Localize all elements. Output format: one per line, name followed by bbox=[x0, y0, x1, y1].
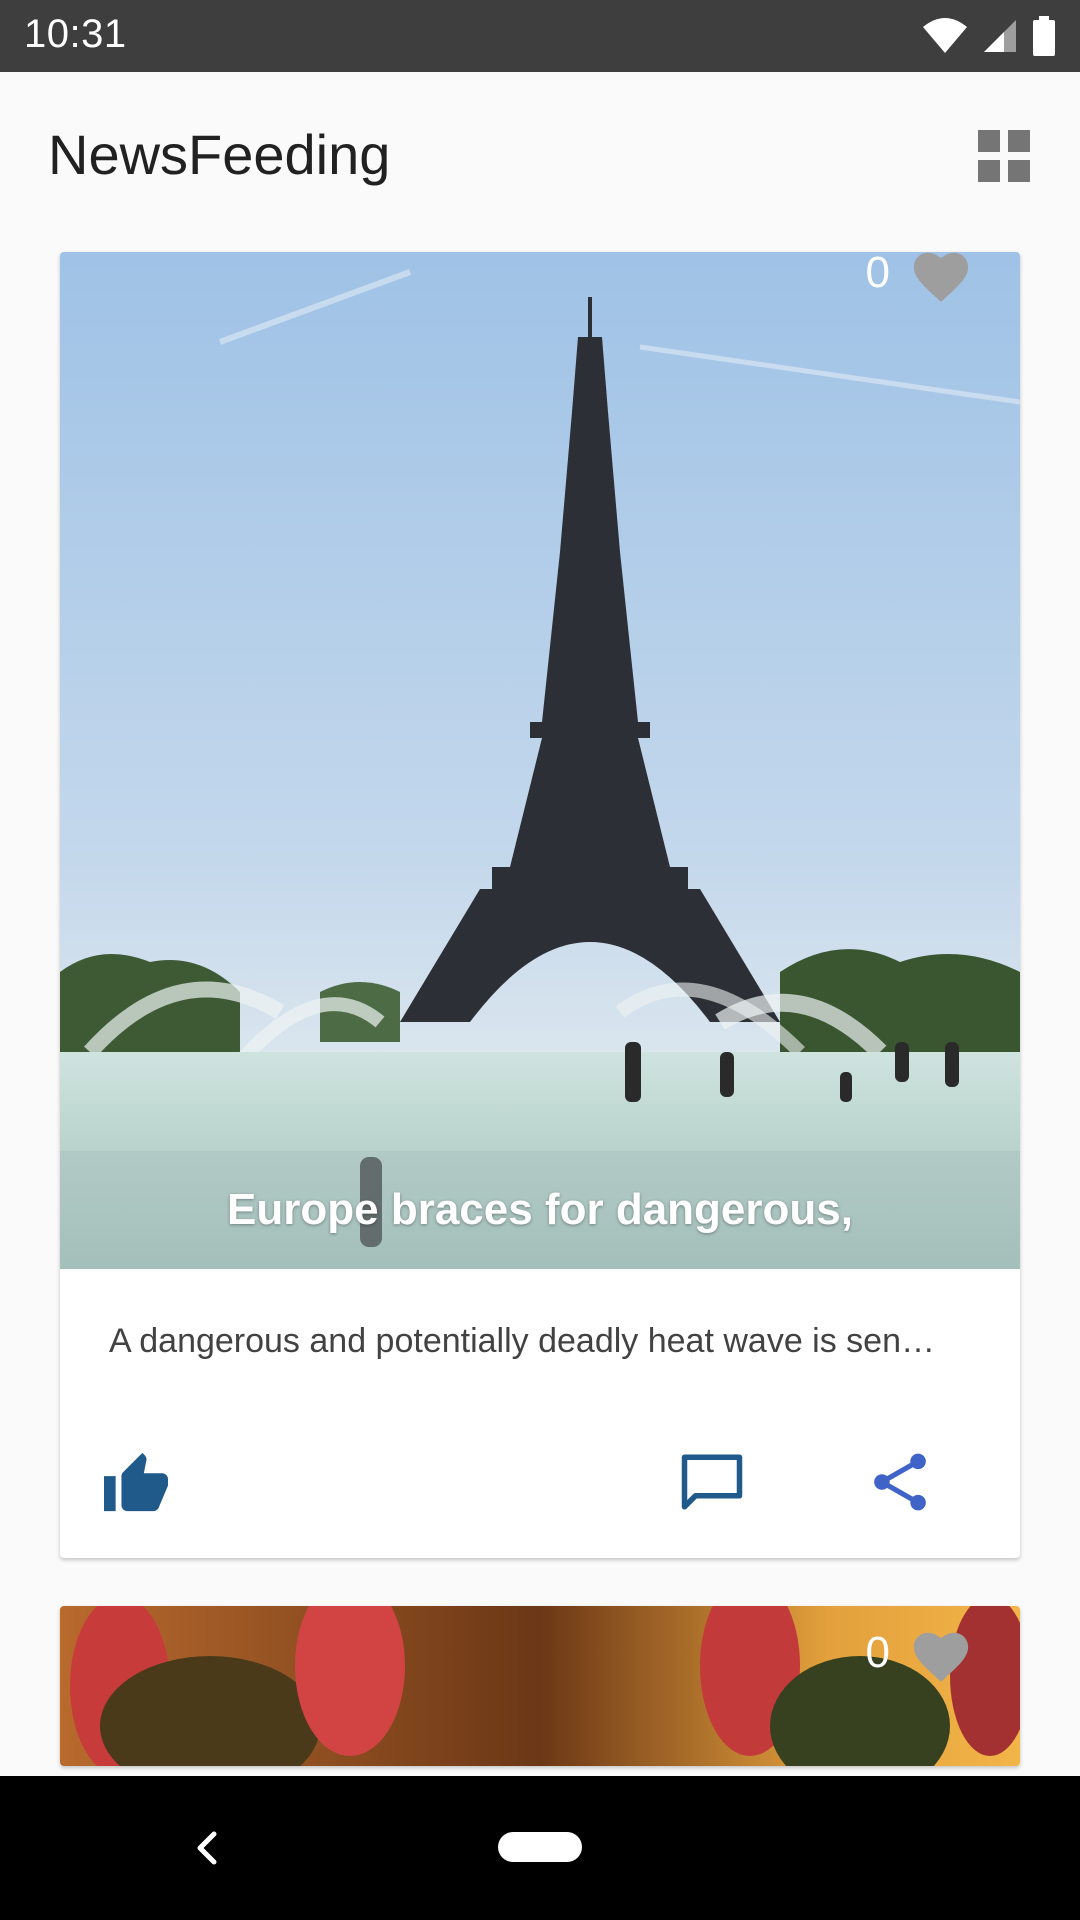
status-icons bbox=[922, 14, 1056, 58]
thumbs-up-icon bbox=[104, 1452, 168, 1512]
share-button[interactable] bbox=[860, 1442, 940, 1522]
heart-icon[interactable] bbox=[910, 1626, 972, 1686]
navigation-bar bbox=[0, 1776, 1080, 1920]
eiffel-tower-photo bbox=[60, 252, 1020, 1269]
status-time: 10:31 bbox=[24, 12, 127, 56]
comment-button[interactable] bbox=[672, 1442, 752, 1522]
status-bar: 10:31 bbox=[0, 0, 1080, 72]
comment-icon bbox=[681, 1454, 743, 1510]
like-button[interactable] bbox=[96, 1442, 176, 1522]
grid-view-icon[interactable] bbox=[976, 128, 1032, 184]
news-image[interactable]: 0 bbox=[60, 1606, 1020, 1766]
share-icon bbox=[874, 1453, 926, 1511]
heart-icon[interactable] bbox=[910, 252, 972, 306]
like-count: 0 bbox=[865, 1628, 890, 1677]
news-card[interactable]: 0 bbox=[60, 1606, 1020, 1766]
news-summary: A dangerous and potentially deadly heat … bbox=[109, 1322, 935, 1360]
wifi-icon bbox=[923, 18, 967, 53]
app-title: NewsFeeding bbox=[48, 123, 391, 186]
news-image[interactable]: 0 Europe braces for dangerous, bbox=[60, 252, 1020, 1269]
back-icon[interactable] bbox=[176, 1812, 236, 1884]
news-card[interactable]: 0 Europe braces for dangerous, A dangero… bbox=[60, 252, 1020, 1558]
cell-signal-icon bbox=[984, 20, 1016, 52]
news-caption: Europe braces for dangerous, bbox=[60, 1151, 1020, 1269]
app-bar: NewsFeeding bbox=[0, 72, 1080, 244]
like-count: 0 bbox=[865, 252, 890, 297]
battery-icon bbox=[1033, 16, 1055, 56]
news-headline: Europe braces for dangerous, bbox=[227, 1185, 853, 1234]
home-button[interactable] bbox=[498, 1832, 582, 1862]
